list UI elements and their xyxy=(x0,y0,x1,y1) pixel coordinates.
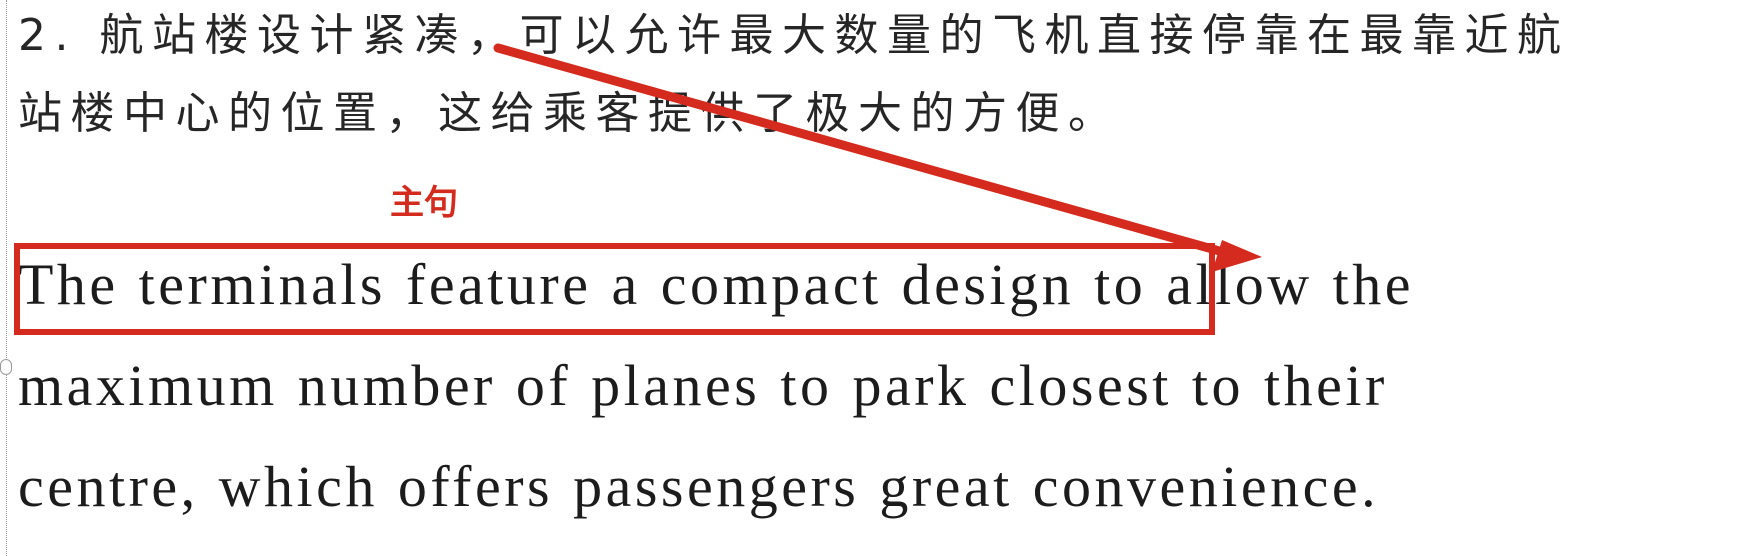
margin-guide xyxy=(6,0,7,556)
english-text-line-2: maximum number of planes to park closest… xyxy=(18,353,1388,418)
document-page: 2. 航站楼设计紧凑，可以允许最大数量的飞机直接停靠在最靠近航 站楼中心的位置，… xyxy=(0,0,1738,556)
margin-handle[interactable] xyxy=(0,359,12,375)
english-text-line-1: The terminals feature a compact design t… xyxy=(18,252,1414,317)
chinese-text-line-2: 站楼中心的位置，这给乘客提供了极大的方便。 xyxy=(18,88,1121,139)
main-clause-label: 主句 xyxy=(390,183,458,223)
annotation-arrow-shaft xyxy=(493,43,1235,259)
english-text-line-3: centre, which offers passengers great co… xyxy=(18,454,1380,519)
chinese-text-line-1: 2. 航站楼设计紧凑，可以允许最大数量的飞机直接停靠在最靠近航 xyxy=(18,10,1570,61)
